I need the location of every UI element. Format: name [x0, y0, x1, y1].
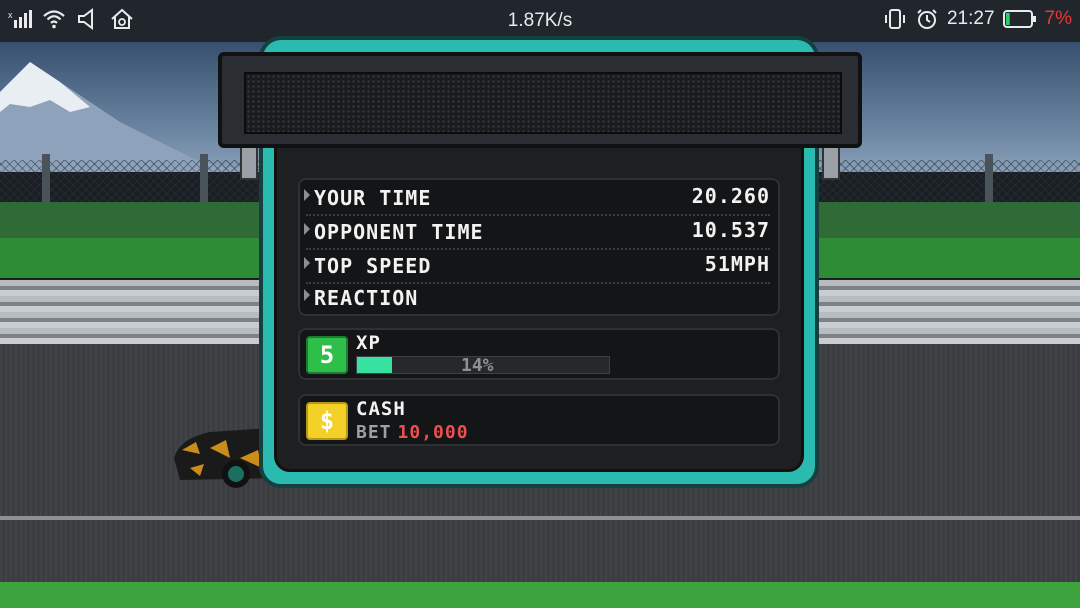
xp-progress-fill [357, 357, 393, 373]
stat-label: TOP SPEED [314, 254, 432, 278]
row-arrow-icon [304, 189, 310, 201]
stat-value: 20.260 [691, 184, 770, 208]
led-sign [218, 52, 862, 148]
dollar-icon: $ [306, 402, 348, 440]
stat-label: OPPONENT TIME [314, 220, 484, 244]
stat-row-opponent-time: OPPONENT TIME 10.537 [300, 216, 778, 248]
led-display [244, 72, 842, 134]
race-stats-panel: YOUR TIME 20.260 OPPONENT TIME 10.537 TO… [298, 178, 780, 316]
row-arrow-icon [304, 223, 310, 235]
stat-value: 51MPH [704, 252, 770, 276]
xp-label: XP [356, 332, 381, 354]
road-line [0, 516, 1080, 520]
vibrate-icon [884, 9, 905, 29]
xp-panel: 5 XP 14% [298, 328, 780, 380]
cash-label: CASH [356, 398, 406, 420]
xp-progress-bar: 14% [356, 355, 610, 376]
clock-time: 21:27 [946, 8, 995, 29]
stat-row-your-time: YOUR TIME 20.260 [300, 182, 778, 214]
stat-label: YOUR TIME [314, 186, 432, 210]
row-arrow-icon [304, 257, 310, 269]
sign-bracket-left [240, 146, 258, 180]
stat-value: 10.537 [691, 218, 770, 242]
battery-percent: 7% [1044, 8, 1072, 29]
xp-percent: 14% [461, 355, 494, 376]
bet-value: 10,000 [397, 422, 469, 443]
bet-label: BET [356, 422, 392, 443]
stat-row-top-speed: TOP SPEED 51MPH [300, 250, 778, 282]
near-grass [0, 582, 1080, 608]
stat-label: REACTION [314, 286, 419, 310]
sign-bracket-right [822, 146, 840, 180]
level-badge: 5 [306, 336, 348, 374]
bet-info: BET 10,000 [356, 422, 469, 443]
alarm-icon [917, 9, 937, 29]
cash-panel: $ CASH BET 10,000 [298, 394, 780, 446]
battery-icon [1002, 10, 1036, 28]
row-arrow-icon [304, 289, 310, 301]
stat-row-reaction: REACTION [300, 282, 778, 314]
